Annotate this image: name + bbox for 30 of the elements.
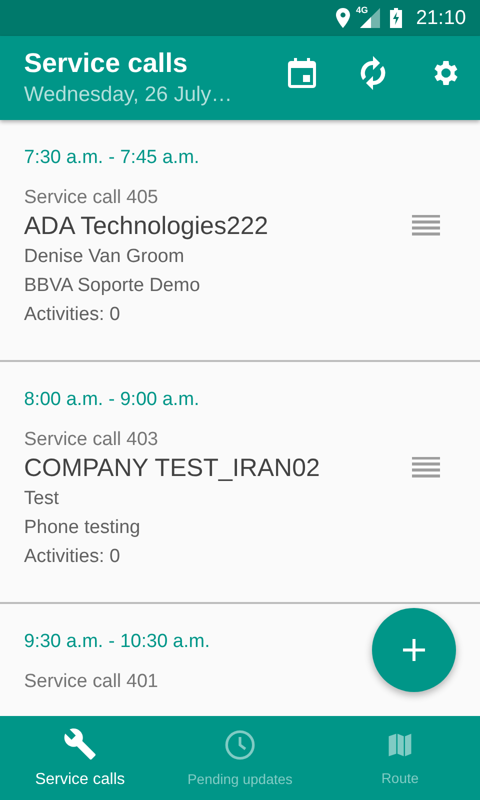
location-icon — [336, 8, 350, 28]
call-number: Service call 405 — [24, 186, 158, 210]
project-name: BBVA Soporte Demo — [24, 274, 200, 298]
nav-tab[interactable]: Pending updates — [160, 716, 320, 800]
nav-tab[interactable]: Route — [320, 716, 480, 800]
company-name: ADA Technologies222 — [24, 211, 268, 242]
contact-name: Test — [24, 487, 59, 511]
nav-tab[interactable]: Service calls — [0, 716, 160, 800]
activity-count: Activities: 0 — [24, 545, 120, 569]
wrench-icon — [63, 727, 97, 761]
menu-lines-icon[interactable] — [412, 457, 440, 479]
project-name: Phone testing — [24, 516, 140, 540]
network-type: 4G — [356, 5, 368, 15]
calendar-icon[interactable] — [288, 58, 316, 88]
date-subtitle: Wednesday, 26 July… — [24, 82, 234, 108]
battery-charging-icon — [390, 8, 402, 28]
call-number: Service call 401 — [24, 670, 158, 694]
clock-time: 21:10 — [416, 6, 466, 30]
screen-title: Service calls — [24, 48, 189, 78]
time-range: 7:30 a.m. - 7:45 a.m. — [24, 146, 200, 170]
call-number: Service call 403 — [24, 428, 158, 452]
sync-icon[interactable] — [360, 56, 386, 90]
time-range: 8:00 a.m. - 9:00 a.m. — [24, 388, 200, 412]
clock-icon — [224, 729, 256, 761]
time-range: 9:30 a.m. - 10:30 a.m. — [24, 630, 210, 654]
company-name: COMPANY TEST_IRAN02 — [24, 453, 320, 484]
activity-count: Activities: 0 — [24, 303, 120, 327]
menu-lines-icon[interactable] — [412, 215, 440, 237]
contact-name: Denise Van Groom — [24, 245, 184, 269]
plus-icon — [403, 639, 425, 661]
